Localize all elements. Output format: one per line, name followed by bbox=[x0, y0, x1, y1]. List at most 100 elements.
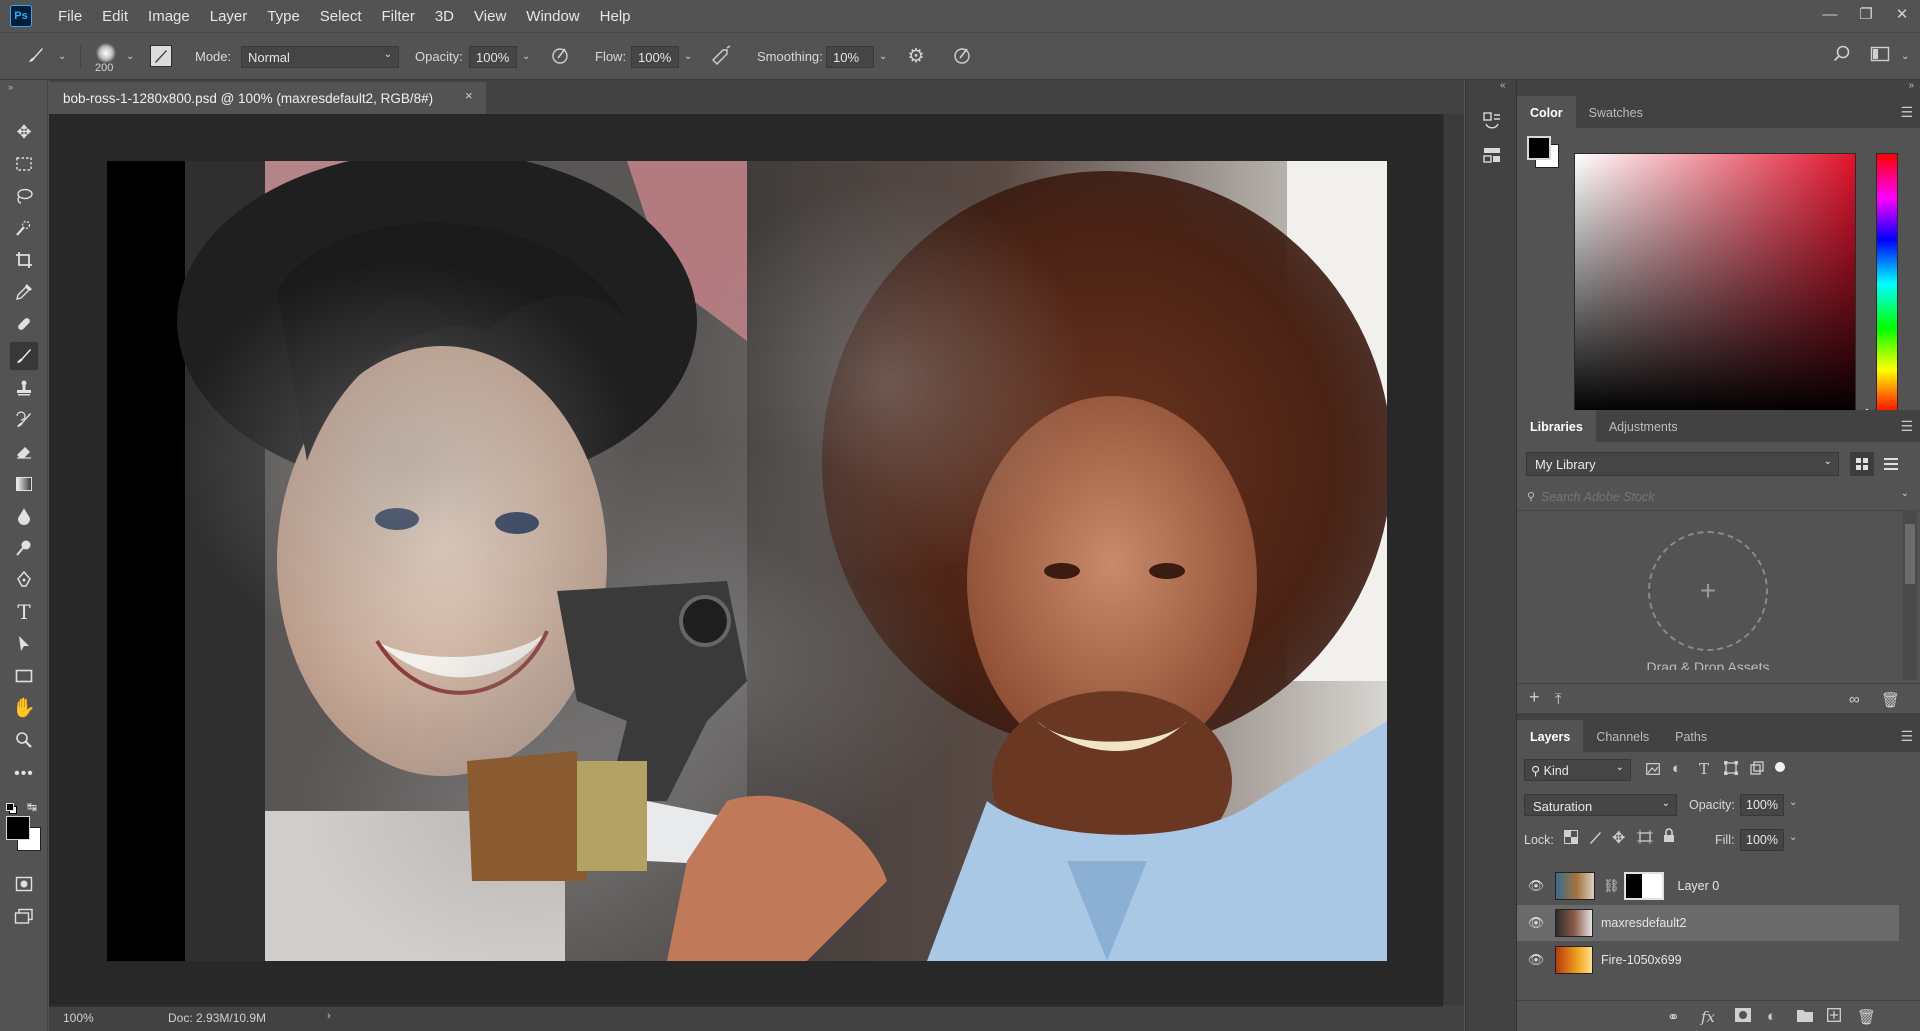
menu-type[interactable]: Type bbox=[257, 8, 310, 25]
link-icon[interactable]: ⛓ bbox=[1603, 878, 1620, 894]
doc-size-info[interactable]: Doc: 2.93M/10.9M bbox=[168, 1011, 266, 1025]
tab-adjustments[interactable]: Adjustments bbox=[1596, 410, 1691, 442]
chevron-down-icon[interactable]: ⌄ bbox=[1901, 488, 1909, 499]
tab-color[interactable]: Color bbox=[1517, 96, 1576, 128]
clone-stamp-tool-icon[interactable] bbox=[10, 374, 38, 402]
lock-all-icon[interactable] bbox=[1663, 828, 1675, 847]
layer-row[interactable]: 👁 ⛓ Layer 0 bbox=[1517, 868, 1899, 904]
chevron-down-icon[interactable]: ⌄ bbox=[1901, 51, 1909, 62]
airbrush-icon[interactable] bbox=[709, 45, 733, 70]
chevron-right-icon[interactable]: › bbox=[327, 1010, 331, 1022]
canvas-artwork[interactable] bbox=[107, 161, 1387, 961]
minimize-icon[interactable]: — bbox=[1812, 0, 1848, 28]
add-mask-icon[interactable] bbox=[1735, 1008, 1751, 1026]
menu-help[interactable]: Help bbox=[590, 8, 641, 25]
menu-image[interactable]: Image bbox=[138, 8, 200, 25]
chevron-down-icon[interactable]: ⌄ bbox=[1789, 797, 1797, 808]
grid-view-icon[interactable] bbox=[1850, 452, 1874, 476]
brush-panel-toggle-icon[interactable] bbox=[150, 45, 172, 67]
panel-menu-icon[interactable]: ☰ bbox=[1900, 104, 1913, 121]
menu-view[interactable]: View bbox=[464, 8, 516, 25]
collapse-arrows-icon[interactable]: « bbox=[1500, 80, 1506, 91]
scrollbar-thumb[interactable] bbox=[1905, 524, 1915, 584]
properties-panel-icon[interactable] bbox=[1477, 140, 1507, 170]
creative-cloud-icon[interactable]: ∞ bbox=[1849, 691, 1860, 708]
opacity-input[interactable]: 100% bbox=[469, 46, 517, 68]
gradient-tool-icon[interactable] bbox=[10, 470, 38, 498]
smoothing-input[interactable]: 10% bbox=[826, 46, 874, 68]
tab-channels[interactable]: Channels bbox=[1583, 720, 1662, 752]
blend-mode-select[interactable]: Saturation ⌄ bbox=[1524, 794, 1677, 816]
trash-icon[interactable]: 🗑 bbox=[1857, 1008, 1876, 1026]
horizontal-scrollbar[interactable] bbox=[49, 1005, 1443, 1007]
menu-layer[interactable]: Layer bbox=[200, 8, 258, 25]
rectangle-tool-icon[interactable] bbox=[10, 662, 38, 690]
chevron-down-icon[interactable]: ⌄ bbox=[522, 51, 530, 62]
brush-tool-icon[interactable] bbox=[10, 342, 38, 370]
history-brush-tool-icon[interactable] bbox=[10, 406, 38, 434]
new-layer-icon[interactable] bbox=[1827, 1008, 1841, 1026]
menu-edit[interactable]: Edit bbox=[92, 8, 138, 25]
color-foreground-swatch[interactable] bbox=[1527, 136, 1551, 160]
menu-window[interactable]: Window bbox=[516, 8, 589, 25]
pressure-size-icon[interactable] bbox=[950, 45, 974, 70]
fx-icon[interactable]: fx bbox=[1701, 1008, 1715, 1026]
layer-row[interactable]: 👁 Fire-1050x699 bbox=[1517, 942, 1899, 978]
tab-libraries[interactable]: Libraries bbox=[1517, 410, 1596, 442]
layer-filter-select[interactable]: ⚲ Kind ⌄ bbox=[1524, 759, 1631, 781]
lock-transparent-pixels-icon[interactable] bbox=[1564, 830, 1578, 848]
panel-menu-icon[interactable]: ☰ bbox=[1900, 418, 1913, 435]
close-panels-icon[interactable]: » bbox=[1908, 80, 1914, 91]
zoom-tool-icon[interactable] bbox=[10, 726, 38, 754]
zoom-level[interactable]: 100% bbox=[63, 1011, 94, 1025]
lock-image-pixels-icon[interactable] bbox=[1589, 830, 1603, 848]
close-icon[interactable]: ✕ bbox=[1884, 0, 1920, 28]
quick-selection-tool-icon[interactable] bbox=[10, 214, 38, 242]
document-tab[interactable]: bob-ross-1-1280x800.psd @ 100% (maxresde… bbox=[49, 82, 486, 114]
pressure-opacity-icon[interactable] bbox=[548, 45, 572, 70]
default-colors-icon[interactable] bbox=[6, 803, 17, 814]
fill-input[interactable]: 100% bbox=[1740, 829, 1784, 851]
dodge-tool-icon[interactable] bbox=[10, 534, 38, 562]
more-tools-icon[interactable]: ••• bbox=[10, 760, 38, 788]
chevron-down-icon[interactable]: ⌄ bbox=[58, 51, 66, 62]
eye-icon[interactable]: 👁 bbox=[1517, 878, 1555, 894]
stock-search-input[interactable] bbox=[1541, 486, 1871, 508]
close-icon[interactable]: × bbox=[465, 88, 473, 103]
eraser-tool-icon[interactable] bbox=[10, 438, 38, 466]
path-selection-tool-icon[interactable] bbox=[10, 630, 38, 658]
gear-icon[interactable]: ⚙ bbox=[904, 45, 928, 68]
tab-paths[interactable]: Paths bbox=[1662, 720, 1720, 752]
library-select[interactable]: My Library ⌄ bbox=[1526, 452, 1839, 476]
upload-icon[interactable]: ⤒ bbox=[1555, 691, 1562, 708]
swap-colors-icon[interactable]: ↹ bbox=[27, 800, 37, 814]
blur-tool-icon[interactable] bbox=[10, 502, 38, 530]
filter-adjustment-icon[interactable]: ◐ bbox=[1672, 760, 1681, 777]
screen-mode-icon[interactable] bbox=[10, 902, 38, 930]
layer-opacity-input[interactable]: 100% bbox=[1740, 794, 1784, 816]
lock-position-icon[interactable]: ✥ bbox=[1612, 828, 1625, 848]
eyedropper-tool-icon[interactable] bbox=[10, 278, 38, 306]
collapse-arrows-icon[interactable]: » bbox=[8, 82, 13, 92]
drop-zone-plus-icon[interactable]: + bbox=[1648, 531, 1768, 651]
search-icon[interactable] bbox=[1830, 45, 1854, 68]
filter-shape-icon[interactable] bbox=[1724, 761, 1738, 779]
chevron-down-icon[interactable]: ⌄ bbox=[1789, 832, 1797, 843]
tab-swatches[interactable]: Swatches bbox=[1576, 96, 1656, 128]
menu-3d[interactable]: 3D bbox=[425, 8, 464, 25]
add-icon[interactable]: + bbox=[1529, 687, 1540, 708]
link-layers-icon[interactable]: ⚭ bbox=[1667, 1008, 1680, 1026]
libraries-scrollbar[interactable] bbox=[1903, 510, 1917, 680]
quick-mask-icon[interactable] bbox=[10, 870, 38, 898]
healing-brush-tool-icon[interactable] bbox=[10, 310, 38, 338]
tab-layers[interactable]: Layers bbox=[1517, 720, 1584, 752]
hand-tool-icon[interactable]: ✋ bbox=[10, 694, 38, 722]
layer-row[interactable]: 👁 maxresdefault2 bbox=[1517, 905, 1899, 941]
history-panel-icon[interactable] bbox=[1477, 106, 1507, 136]
brush-preview-icon[interactable] bbox=[96, 43, 116, 63]
vertical-scrollbar[interactable] bbox=[1443, 114, 1464, 1005]
lasso-tool-icon[interactable] bbox=[10, 182, 38, 210]
crop-tool-icon[interactable] bbox=[10, 246, 38, 274]
hue-slider[interactable] bbox=[1876, 153, 1898, 415]
trash-icon[interactable]: 🗑 bbox=[1881, 691, 1900, 709]
